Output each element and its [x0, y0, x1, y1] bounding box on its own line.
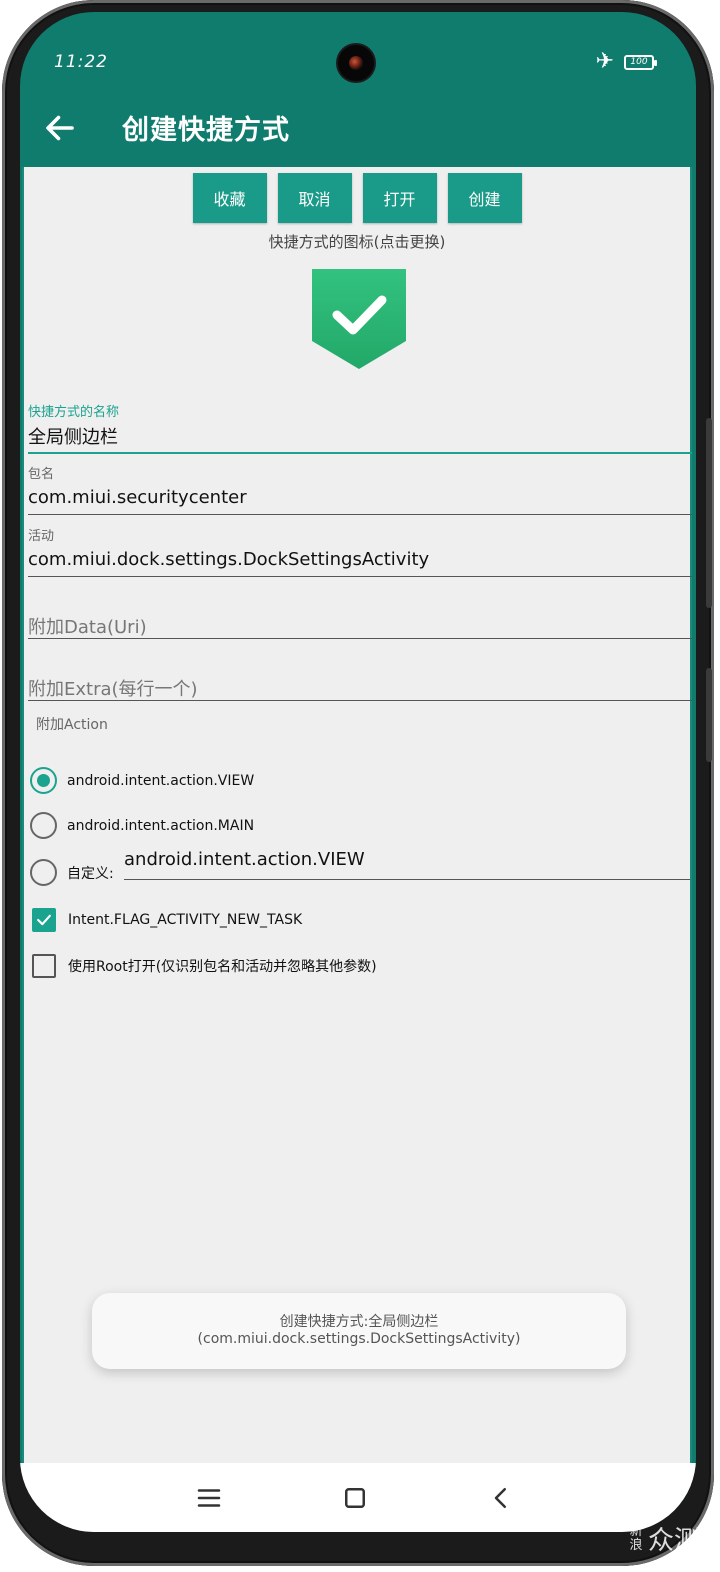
activity-label: 活动	[28, 529, 55, 544]
shortcut-name-label: 快捷方式的名称	[28, 405, 120, 420]
radio-button[interactable]	[30, 812, 57, 839]
package-underline	[28, 514, 692, 515]
package-input[interactable]: com.miui.securitycenter	[28, 487, 247, 508]
checkbox-root-open[interactable]: 使用Root打开(仅识别包名和活动并忽略其他参数)	[32, 954, 377, 978]
action-button-row: 收藏 取消 打开 创建	[24, 173, 690, 223]
create-button[interactable]: 创建	[447, 173, 522, 223]
shortcut-name-underline	[28, 452, 692, 454]
extra-extra-field[interactable]: 附加Extra(每行一个)	[28, 655, 692, 703]
toast-line-1: 创建快捷方式:全局侧边栏	[279, 1314, 439, 1330]
custom-action-underline	[124, 879, 690, 880]
watermark-logo: 新浪 众测	[628, 1520, 700, 1557]
app-bar: 创建快捷方式	[20, 92, 696, 167]
main-content: 收藏 取消 打开 创建 快捷方式的图标(点击更换) 快捷方式的名称 全局侧边栏 …	[22, 167, 692, 1463]
activity-underline	[28, 576, 692, 577]
back-arrow-icon[interactable]	[42, 110, 78, 146]
action-section-label: 附加Action	[36, 717, 108, 733]
favorite-button[interactable]: 收藏	[192, 173, 267, 223]
shortcut-name-input[interactable]: 全局侧边栏	[28, 423, 118, 449]
watermark-small-text: 新浪	[629, 1523, 643, 1553]
toast-message: 创建快捷方式:全局侧边栏 (com.miui.dock.settings.Doc…	[92, 1293, 626, 1369]
shortcut-name-field[interactable]: 快捷方式的名称 全局侧边栏	[28, 397, 692, 454]
status-icons: ✈ 100	[595, 49, 657, 74]
navigation-bar	[20, 1463, 696, 1532]
radio-option-label: android.intent.action.VIEW	[67, 772, 255, 789]
volume-button	[706, 418, 712, 608]
checkbox-new-task[interactable]: Intent.FLAG_ACTIVITY_NEW_TASK	[32, 908, 302, 932]
extra-extra-input[interactable]: 附加Extra(每行一个)	[28, 675, 198, 701]
status-bar: 11:22 ✈ 100	[20, 12, 696, 92]
front-camera	[338, 45, 374, 81]
extra-extra-underline	[28, 700, 692, 701]
checkbox-unchecked[interactable]	[32, 954, 56, 978]
radio-button-selected[interactable]	[30, 767, 57, 794]
power-button	[706, 668, 712, 762]
custom-action-input[interactable]: android.intent.action.VIEW	[124, 849, 365, 870]
package-label: 包名	[28, 467, 55, 482]
activity-field[interactable]: 活动 com.miui.dock.settings.DockSettingsAc…	[28, 521, 692, 577]
checkbox-checked[interactable]	[32, 908, 56, 932]
radio-option-custom[interactable]: 自定义:	[30, 859, 114, 886]
status-time: 11:22	[54, 52, 108, 72]
radio-option-main[interactable]: android.intent.action.MAIN	[30, 812, 254, 839]
battery-icon: 100	[624, 54, 657, 70]
extra-data-underline	[28, 638, 692, 639]
radio-option-view[interactable]: android.intent.action.VIEW	[30, 767, 254, 794]
checkbox-label: 使用Root打开(仅识别包名和活动并忽略其他参数)	[68, 959, 377, 975]
cancel-button[interactable]: 取消	[277, 173, 352, 223]
open-button[interactable]: 打开	[362, 173, 437, 223]
checkbox-label: Intent.FLAG_ACTIVITY_NEW_TASK	[68, 912, 303, 928]
radio-option-label: 自定义:	[67, 865, 114, 882]
custom-action-field[interactable]: android.intent.action.VIEW	[124, 840, 690, 880]
menu-icon[interactable]	[194, 1483, 224, 1513]
watermark-big-text: 众测	[648, 1526, 701, 1556]
airplane-mode-icon: ✈	[595, 49, 614, 74]
phone-frame: 11:22 ✈ 100 创建快捷方式 收藏 取消 打开 创建 快捷方式的图标(点…	[2, 0, 714, 1566]
radio-button[interactable]	[30, 859, 57, 886]
icon-caption: 快捷方式的图标(点击更换)	[268, 233, 446, 251]
radio-option-label: android.intent.action.MAIN	[67, 817, 255, 834]
package-field[interactable]: 包名 com.miui.securitycenter	[28, 459, 692, 515]
extra-data-input[interactable]: 附加Data(Uri)	[28, 613, 147, 639]
home-icon[interactable]	[340, 1483, 370, 1513]
page-title: 创建快捷方式	[122, 115, 290, 146]
shield-check-icon[interactable]	[310, 267, 408, 371]
extra-data-field[interactable]: 附加Data(Uri)	[28, 593, 692, 641]
activity-input[interactable]: com.miui.dock.settings.DockSettingsActiv…	[28, 549, 429, 570]
screen: 11:22 ✈ 100 创建快捷方式 收藏 取消 打开 创建 快捷方式的图标(点…	[20, 12, 696, 1532]
back-icon[interactable]	[486, 1483, 516, 1513]
checkmark-icon	[37, 914, 51, 926]
toast-line-2: (com.miui.dock.settings.DockSettingsActi…	[197, 1331, 521, 1347]
